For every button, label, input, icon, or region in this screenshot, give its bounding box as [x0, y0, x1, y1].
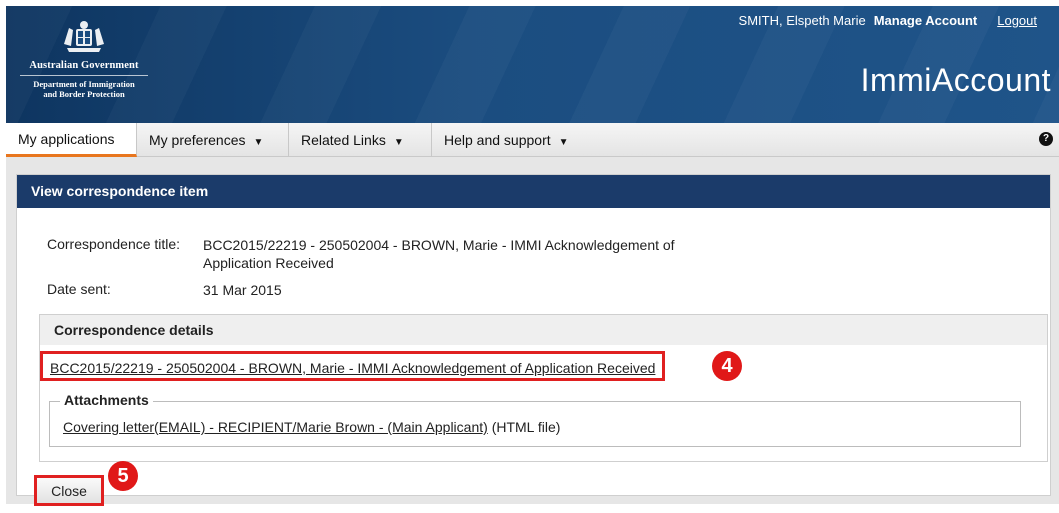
attachment-row: Covering letter(EMAIL) - RECIPIENT/Marie…: [63, 419, 560, 435]
step-marker-5: 5: [108, 461, 138, 491]
chevron-down-icon: ▼: [558, 137, 569, 148]
correspondence-panel: View correspondence item Correspondence …: [16, 174, 1051, 506]
chevron-down-icon: ▼: [253, 137, 264, 148]
government-name: Australian Government: [29, 60, 139, 71]
close-button[interactable]: Close: [34, 475, 104, 506]
content-area: View correspondence item Correspondence …: [6, 157, 1059, 506]
site-header: Australian Government Department of Immi…: [6, 6, 1059, 123]
attachment-link[interactable]: Covering letter(EMAIL) - RECIPIENT/Marie…: [63, 419, 488, 435]
manage-account-link[interactable]: Manage Account: [874, 13, 978, 28]
main-nav: My applications My preferences ▼ Related …: [6, 123, 1059, 157]
nav-my-preferences-label: My preferences: [149, 132, 246, 148]
nav-help-and-support[interactable]: Help and support ▼: [432, 123, 594, 157]
panel-title: View correspondence item: [17, 175, 1050, 208]
app-title: ImmiAccount: [860, 62, 1051, 98]
correspondence-details: Correspondence details BCC2015/22219 - 2…: [39, 314, 1048, 462]
government-logo: Australian Government Department of Immi…: [14, 18, 154, 99]
correspondence-link[interactable]: BCC2015/22219 - 250502004 - BROWN, Marie…: [40, 351, 666, 381]
user-name: SMITH, Elspeth Marie: [738, 13, 866, 28]
user-bar: SMITH, Elspeth Marie Manage Account Logo…: [739, 13, 1037, 28]
nav-my-preferences[interactable]: My preferences ▼: [137, 123, 289, 157]
correspondence-details-heading: Correspondence details: [40, 315, 1047, 345]
nav-my-applications-label: My applications: [18, 131, 115, 147]
department-name-line2: and Border Protection: [43, 88, 125, 99]
nav-related-links-label: Related Links: [301, 132, 386, 148]
nav-related-links[interactable]: Related Links ▼: [289, 123, 432, 157]
help-icon[interactable]: ?: [1039, 132, 1053, 146]
logo-divider: [20, 75, 148, 76]
chevron-down-icon: ▼: [393, 137, 404, 148]
attachments-legend: Attachments: [60, 392, 153, 408]
coat-of-arms-icon: [64, 21, 104, 52]
step-marker-4: 4: [712, 351, 742, 381]
date-sent-value: 31 Mar 2015: [203, 282, 282, 298]
attachment-type: (HTML file): [491, 419, 561, 435]
nav-help-and-support-label: Help and support: [444, 132, 551, 148]
correspondence-title-value: BCC2015/22219 - 250502004 - BROWN, Marie…: [203, 237, 675, 271]
attachments-fieldset: Attachments Covering letter(EMAIL) - REC…: [49, 392, 1021, 447]
logout-link[interactable]: Logout: [997, 13, 1037, 28]
nav-my-applications[interactable]: My applications: [6, 123, 137, 157]
date-sent-label: Date sent:: [47, 281, 111, 297]
correspondence-title-label: Correspondence title:: [47, 236, 181, 252]
